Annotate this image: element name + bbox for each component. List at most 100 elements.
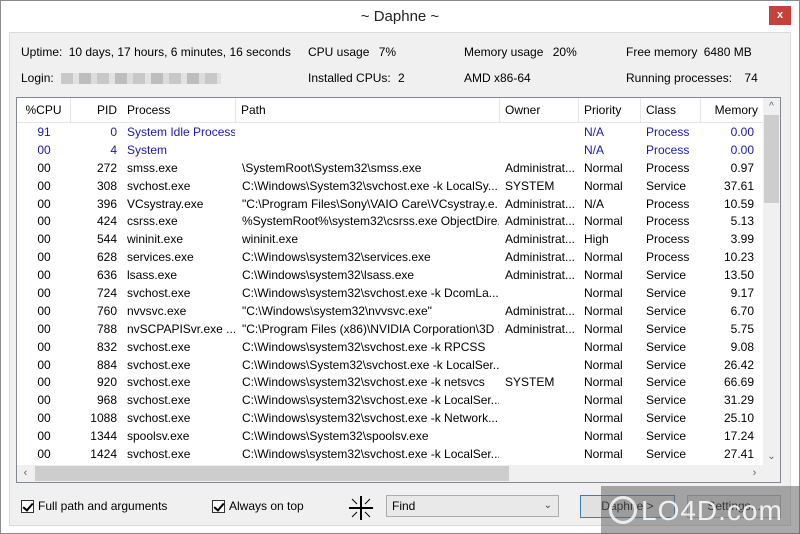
find-combobox[interactable]: Find ⌄ <box>386 495 559 517</box>
priority-cell: Normal <box>584 303 623 318</box>
cpu-cell: 00 <box>37 321 51 336</box>
chevron-down-icon[interactable]: ⌄ <box>544 496 552 516</box>
login-label: Login: <box>21 71 54 85</box>
column-pid[interactable]: PID <box>71 98 122 123</box>
cpu-cell: 00 <box>37 268 51 283</box>
full-path-checkbox[interactable]: Full path and arguments <box>21 499 167 513</box>
checkbox-checked-icon[interactable] <box>212 499 225 513</box>
pid-cell: 968 <box>96 393 117 408</box>
table-row[interactable]: 00 308 svchost.exe C:\Windows\System32\svch… <box>17 178 763 196</box>
process-name-cell: wininit.exe <box>127 232 184 247</box>
horizontal-scrollbar[interactable]: ‹ › <box>17 465 763 482</box>
installed-cpus-info: Installed CPUs: 2 <box>308 71 405 85</box>
column-path[interactable]: Path <box>236 98 500 123</box>
column-priority[interactable]: Priority <box>579 98 641 123</box>
watermark-logo: LO4D.com <box>601 486 800 534</box>
column-memory[interactable]: Memory <box>701 98 763 123</box>
owner-cell: Administrat... <box>505 303 576 318</box>
pid-cell: 544 <box>96 232 117 247</box>
login-value-redacted <box>61 73 222 85</box>
table-row[interactable]: 00 724 svchost.exe C:\Windows\system32\svch… <box>17 285 763 303</box>
class-cell: Service <box>646 393 687 408</box>
table-row[interactable]: 00 788 nvSCPAPISvr.exe ... "C:\Program File… <box>17 321 763 339</box>
table-row[interactable]: 00 544 wininit.exe wininit.exe Administrat..… <box>17 231 763 249</box>
cpu-usage-info: CPU usage 7% <box>308 45 396 59</box>
table-row[interactable]: 00 628 services.exe C:\Windows\system32\ser… <box>17 249 763 267</box>
cpu-usage-label: CPU usage <box>308 45 370 59</box>
path-cell: C:\Windows\system32\svchost.exe -k netsv… <box>242 375 485 390</box>
table-row[interactable]: 00 920 svchost.exe C:\Windows\system32\svch… <box>17 374 763 392</box>
process-name-cell: svchost.exe <box>127 375 191 390</box>
priority-cell: Normal <box>584 447 623 462</box>
column-owner[interactable]: Owner <box>500 98 579 123</box>
scroll-down-icon[interactable]: ⌄ <box>763 448 780 465</box>
memory-cell: 3.99 <box>730 232 754 247</box>
always-on-top-checkbox[interactable]: Always on top <box>212 499 304 513</box>
table-row[interactable]: 00 4 System N/A Process 0.00 <box>17 142 763 160</box>
priority-cell: Normal <box>584 375 623 390</box>
table-row[interactable]: 00 968 svchost.exe C:\Windows\system32\svch… <box>17 392 763 410</box>
table-row[interactable]: 00 1424 svchost.exe C:\Windows\system32\svc… <box>17 446 763 464</box>
memory-cell: 10.59 <box>723 196 754 211</box>
priority-cell: Normal <box>584 178 623 193</box>
pid-cell: 636 <box>96 268 117 283</box>
table-row[interactable]: 00 424 csrss.exe %SystemRoot%\system32\csrs… <box>17 213 763 231</box>
pid-cell: 1088 <box>90 411 117 426</box>
column-class[interactable]: Class <box>641 98 701 123</box>
class-cell: Service <box>646 429 687 444</box>
process-list[interactable]: %CPU PID Process Path Owner Priority Cla… <box>16 97 781 483</box>
process-name-cell: csrss.exe <box>127 214 178 229</box>
table-row[interactable]: 00 1088 svchost.exe C:\Windows\system32\svc… <box>17 410 763 428</box>
window-finder-crosshair-icon[interactable] <box>347 494 375 522</box>
path-cell: C:\Windows\system32\services.exe <box>242 250 431 265</box>
priority-cell: Normal <box>584 214 623 229</box>
owner-cell: Administrat... <box>505 160 576 175</box>
table-row[interactable]: 91 0 System Idle Process N/A Process 0.00 <box>17 124 763 142</box>
process-name-cell: nvvsvc.exe <box>127 303 187 318</box>
login-info: Login: <box>21 71 222 85</box>
priority-cell: Normal <box>584 429 623 444</box>
owner-cell: SYSTEM <box>505 178 555 193</box>
table-row[interactable]: 00 272 smss.exe \SystemRoot\System32\smss.e… <box>17 160 763 178</box>
table-row[interactable]: 00 1344 spoolsv.exe C:\Windows\System32\spo… <box>17 428 763 446</box>
process-name-cell: System Idle Process <box>127 125 235 139</box>
priority-cell: N/A <box>584 196 605 211</box>
scroll-up-icon[interactable]: ^ <box>763 98 780 115</box>
memory-cell: 17.24 <box>723 429 754 444</box>
table-row[interactable]: 00 884 svchost.exe C:\Windows\System32\svch… <box>17 357 763 375</box>
process-name-cell: svchost.exe <box>127 339 191 354</box>
running-processes-value: 74 <box>744 71 758 85</box>
class-cell: Service <box>646 411 687 426</box>
cpu-cell: 00 <box>37 339 51 354</box>
process-name-cell: services.exe <box>127 250 194 265</box>
uptime-label: Uptime: <box>21 45 63 59</box>
full-path-label: Full path and arguments <box>38 499 168 513</box>
class-cell: Service <box>646 339 687 354</box>
class-cell: Service <box>646 321 687 336</box>
scroll-left-icon[interactable]: ‹ <box>17 465 34 482</box>
table-row[interactable]: 00 832 svchost.exe C:\Windows\system32\svch… <box>17 339 763 357</box>
class-cell: Process <box>646 160 690 175</box>
close-button[interactable]: x <box>769 6 791 25</box>
memory-cell: 6.70 <box>730 303 754 318</box>
table-row[interactable]: 00 760 nvvsvc.exe "C:\Windows\system32\nvvs… <box>17 303 763 321</box>
vertical-scroll-thumb[interactable] <box>764 115 779 203</box>
memory-usage-info: Memory usage 20% <box>464 45 577 59</box>
memory-cell: 0.00 <box>730 125 754 139</box>
scroll-right-icon[interactable]: › <box>746 465 763 482</box>
table-row[interactable]: 00 396 VCsystray.exe "C:\Program Files\Sony… <box>17 196 763 214</box>
class-cell: Process <box>646 196 690 211</box>
memory-cell: 66.69 <box>723 375 754 390</box>
memory-usage-value: 20% <box>552 45 577 59</box>
table-row[interactable]: 00 636 lsass.exe C:\Windows\system32\lsass.… <box>17 267 763 285</box>
class-cell: Process <box>646 142 690 157</box>
checkbox-checked-icon[interactable] <box>21 499 34 513</box>
column-cpu[interactable]: %CPU <box>17 98 71 123</box>
memory-cell: 26.42 <box>723 357 754 372</box>
horizontal-scroll-thumb[interactable] <box>35 466 509 481</box>
watermark-text: LO4D.com <box>641 495 783 526</box>
column-process[interactable]: Process <box>122 98 236 123</box>
running-processes-label: Running processes: <box>626 71 733 85</box>
vertical-scrollbar[interactable]: ^ ⌄ <box>763 98 780 465</box>
cpu-cell: 00 <box>37 303 51 318</box>
